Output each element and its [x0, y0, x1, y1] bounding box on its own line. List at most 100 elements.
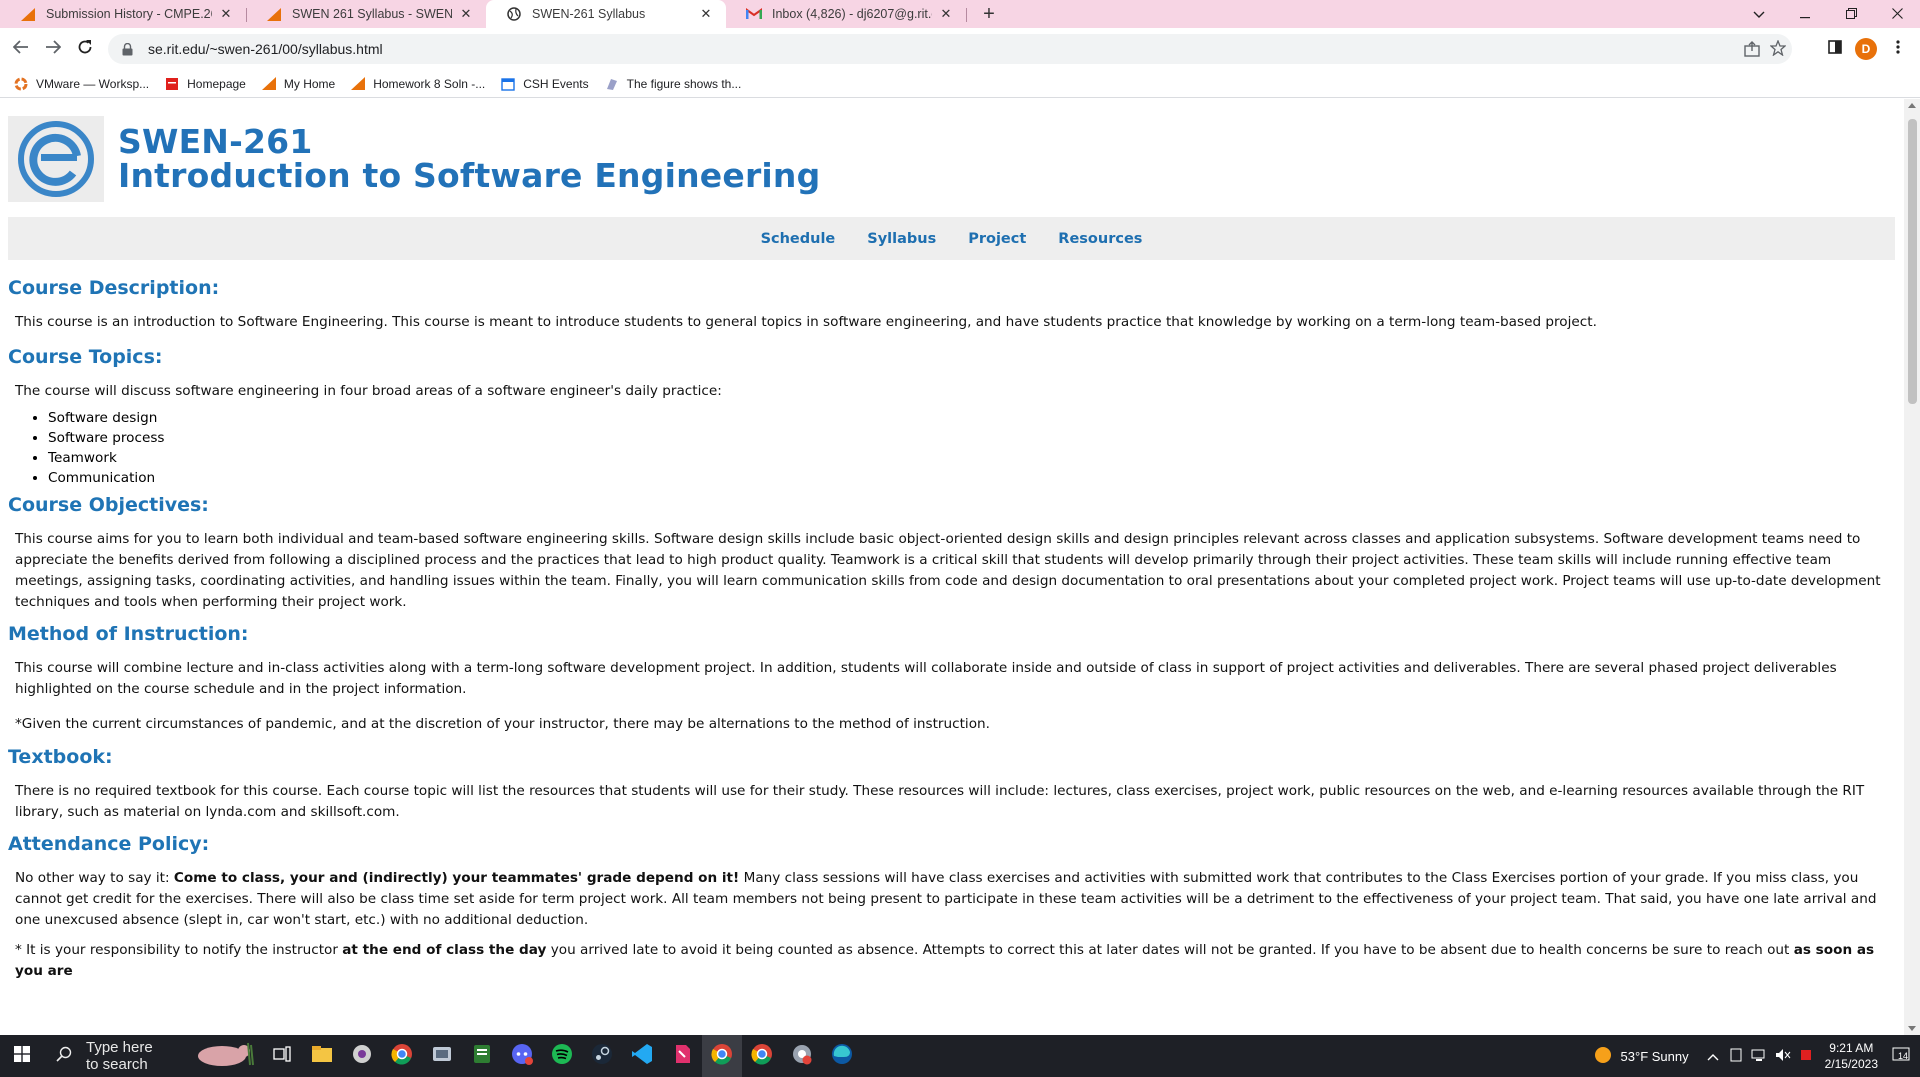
bookmark-star-icon[interactable]	[1769, 39, 1787, 61]
back-button[interactable]	[8, 36, 34, 62]
page-scrollbar[interactable]	[1904, 99, 1920, 1035]
address-bar[interactable]: se.rit.edu/~swen-261/00/syllabus.html	[108, 34, 1792, 64]
tab-title: Submission History - CMPE.260.0	[46, 7, 212, 21]
chrome-button[interactable]	[742, 1035, 782, 1077]
forward-button[interactable]	[40, 36, 66, 62]
start-button[interactable]	[0, 1035, 44, 1077]
steam-button[interactable]	[582, 1035, 622, 1077]
vscode-icon	[631, 1043, 653, 1070]
taskbar-search[interactable]: Type here to search	[44, 1035, 254, 1077]
list-item: Software process	[48, 428, 1895, 448]
time-text: 9:21 AM	[1829, 1041, 1874, 1055]
volume-muted-icon[interactable]	[1775, 1048, 1791, 1065]
bookmark-label: Homework 8 Soln -...	[373, 76, 486, 91]
bookmark-my-home[interactable]: My Home	[261, 77, 335, 91]
chevron-up-icon[interactable]	[1707, 1049, 1719, 1064]
windows-logo-icon	[14, 1045, 30, 1067]
new-tab-button[interactable]: +	[976, 2, 1002, 26]
bookmark-vmware[interactable]: VMware — Worksp...	[14, 77, 149, 91]
close-icon[interactable]: ✕	[218, 6, 234, 22]
chrome-icon	[391, 1043, 413, 1070]
taskbar-app[interactable]	[782, 1035, 822, 1077]
profile-button[interactable]: D	[1853, 36, 1879, 62]
restore-button[interactable]	[1828, 0, 1874, 28]
close-icon[interactable]: ✕	[458, 6, 474, 22]
close-icon[interactable]: ✕	[698, 6, 714, 22]
edge-button[interactable]	[822, 1035, 862, 1077]
tab-swen-261-syllabus[interactable]: SWEN-261 Syllabus ✕	[486, 0, 726, 28]
scroll-down-icon[interactable]	[1908, 1026, 1916, 1031]
tab-title: SWEN 261 Syllabus - SWEN.261.0	[292, 7, 452, 21]
edge-icon	[831, 1043, 853, 1070]
tab-separator	[966, 8, 967, 22]
nav-resources-link[interactable]: Resources	[1058, 231, 1142, 247]
attendance-emphasis: Come to class, your and (indirectly) you…	[173, 870, 740, 886]
textbook-text: There is no required textbook for this c…	[15, 783, 1865, 820]
mycourses-triangle-icon	[266, 6, 282, 22]
chegg-icon	[605, 77, 619, 91]
list-item: Software design	[48, 408, 1895, 428]
tab-title: Inbox (4,826) - dj6207@g.rit.edu	[772, 7, 932, 21]
close-window-button[interactable]	[1874, 0, 1920, 28]
app-icon	[672, 1043, 692, 1070]
se-logo[interactable]	[8, 116, 104, 202]
minimize-button[interactable]	[1782, 0, 1828, 28]
note-emphasis: at the end of class the day	[342, 942, 547, 958]
scrollbar-thumb[interactable]	[1908, 119, 1917, 404]
chrome-icon	[751, 1043, 773, 1070]
url-text[interactable]: se.rit.edu/~swen-261/00/syllabus.html	[148, 41, 383, 57]
notifications-icon[interactable]: 14	[1892, 1047, 1910, 1066]
taskbar-app[interactable]	[662, 1035, 702, 1077]
kebab-menu-icon	[1896, 39, 1900, 59]
side-panel-icon	[1828, 39, 1842, 59]
file-explorer-button[interactable]	[302, 1035, 342, 1077]
chrome-button[interactable]	[382, 1035, 422, 1077]
reload-button[interactable]	[72, 36, 98, 62]
section-heading: Method of Instruction:	[8, 623, 249, 645]
chrome-button[interactable]	[702, 1035, 742, 1077]
weather-icon[interactable]	[1593, 1045, 1613, 1068]
topics-list: Software design Software process Teamwor…	[48, 408, 1895, 488]
site-header: SWEN-261 Introduction to Software Engine…	[8, 115, 820, 203]
mycourses-triangle-icon	[20, 6, 36, 22]
vscode-button[interactable]	[622, 1035, 662, 1077]
share-icon[interactable]	[1744, 41, 1760, 62]
network-icon[interactable]	[1751, 1048, 1767, 1065]
tab-submission-history[interactable]: Submission History - CMPE.260.0 ✕	[0, 0, 246, 28]
bookmark-homework[interactable]: Homework 8 Soln -...	[351, 77, 485, 91]
avatar: D	[1855, 38, 1877, 60]
battery-icon[interactable]	[1799, 1048, 1813, 1065]
app-icon	[351, 1043, 373, 1070]
clock[interactable]: 9:21 AM 2/15/2023	[1825, 1040, 1878, 1072]
menu-button[interactable]	[1885, 36, 1911, 62]
tab-title: SWEN-261 Syllabus	[532, 7, 646, 21]
chevron-down-icon	[1753, 7, 1765, 22]
list-item: Communication	[48, 468, 1895, 488]
bookmark-csh-events[interactable]: CSH Events	[501, 77, 589, 91]
nav-schedule-link[interactable]: Schedule	[761, 231, 836, 247]
side-panel-button[interactable]	[1822, 36, 1848, 62]
bookmark-homepage[interactable]: Homepage	[165, 77, 246, 91]
lock-icon[interactable]	[120, 42, 134, 56]
taskbar-app[interactable]	[422, 1035, 462, 1077]
nav-syllabus-link[interactable]: Syllabus	[867, 231, 936, 247]
taskbar-app[interactable]	[342, 1035, 382, 1077]
homepage-icon	[165, 77, 179, 91]
syllabus-content: Course Description: This course is an in…	[8, 273, 1895, 982]
tab-swen-syllabus-mycourses[interactable]: SWEN 261 Syllabus - SWEN.261.0 ✕	[246, 0, 486, 28]
bookmark-chegg[interactable]: The figure shows th...	[605, 77, 741, 91]
spotify-icon	[551, 1043, 573, 1070]
attendance-note: * It is your responsibility to notify th…	[15, 940, 1895, 982]
tray-device-icon[interactable]	[1729, 1048, 1743, 1065]
taskbar-app[interactable]	[462, 1035, 502, 1077]
nav-project-link[interactable]: Project	[968, 231, 1026, 247]
task-view-button[interactable]	[262, 1035, 302, 1077]
spotify-button[interactable]	[542, 1035, 582, 1077]
tab-inbox[interactable]: Inbox (4,826) - dj6207@g.rit.edu ✕	[726, 0, 966, 28]
tab-search-button[interactable]	[1736, 0, 1782, 28]
scroll-up-icon[interactable]	[1908, 103, 1916, 108]
close-icon[interactable]: ✕	[938, 6, 954, 22]
weather-text[interactable]: 53°F Sunny	[1621, 1049, 1689, 1064]
discord-button[interactable]	[502, 1035, 542, 1077]
mycourses-triangle-icon	[351, 77, 366, 91]
